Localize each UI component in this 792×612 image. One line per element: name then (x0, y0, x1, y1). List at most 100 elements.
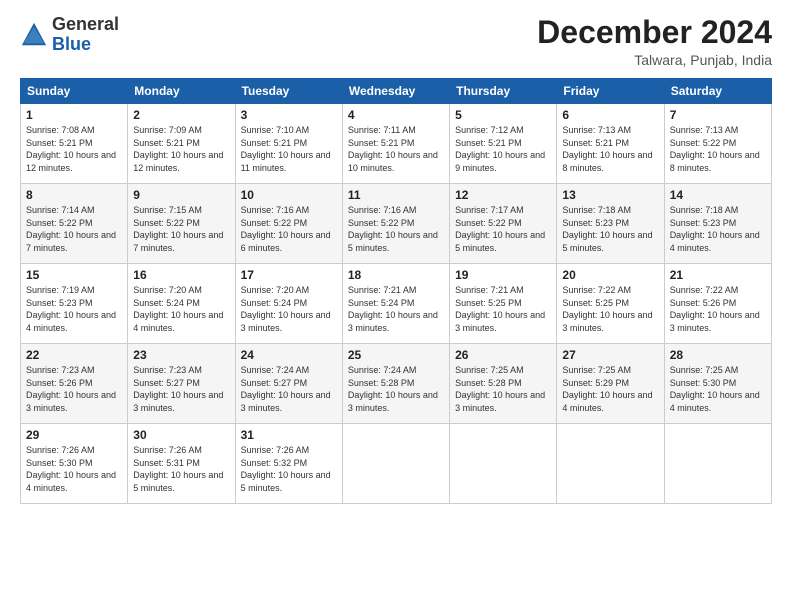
cell-w1-d1: 1 Sunrise: 7:08 AM Sunset: 5:21 PM Dayli… (21, 104, 128, 184)
cell-w5-d5 (450, 424, 557, 504)
day-number: 16 (133, 268, 229, 282)
day-number: 14 (670, 188, 766, 202)
cell-w3-d4: 18 Sunrise: 7:21 AM Sunset: 5:24 PM Dayl… (342, 264, 449, 344)
logo: General Blue (20, 15, 119, 55)
cell-w1-d3: 3 Sunrise: 7:10 AM Sunset: 5:21 PM Dayli… (235, 104, 342, 184)
day-number: 26 (455, 348, 551, 362)
day-number: 21 (670, 268, 766, 282)
cell-w2-d2: 9 Sunrise: 7:15 AM Sunset: 5:22 PM Dayli… (128, 184, 235, 264)
cell-w5-d2: 30 Sunrise: 7:26 AM Sunset: 5:31 PM Dayl… (128, 424, 235, 504)
week-row-4: 22 Sunrise: 7:23 AM Sunset: 5:26 PM Dayl… (21, 344, 772, 424)
col-wednesday: Wednesday (342, 79, 449, 104)
cell-w3-d7: 21 Sunrise: 7:22 AM Sunset: 5:26 PM Dayl… (664, 264, 771, 344)
day-number: 27 (562, 348, 658, 362)
cell-w5-d6 (557, 424, 664, 504)
day-info: Sunrise: 7:15 AM Sunset: 5:22 PM Dayligh… (133, 204, 229, 254)
day-number: 23 (133, 348, 229, 362)
day-info: Sunrise: 7:20 AM Sunset: 5:24 PM Dayligh… (241, 284, 337, 334)
day-number: 7 (670, 108, 766, 122)
cell-w5-d1: 29 Sunrise: 7:26 AM Sunset: 5:30 PM Dayl… (21, 424, 128, 504)
cell-w5-d3: 31 Sunrise: 7:26 AM Sunset: 5:32 PM Dayl… (235, 424, 342, 504)
day-number: 19 (455, 268, 551, 282)
calendar-body: 1 Sunrise: 7:08 AM Sunset: 5:21 PM Dayli… (21, 104, 772, 504)
month-title: December 2024 (537, 15, 772, 50)
day-info: Sunrise: 7:19 AM Sunset: 5:23 PM Dayligh… (26, 284, 122, 334)
cell-w1-d6: 6 Sunrise: 7:13 AM Sunset: 5:21 PM Dayli… (557, 104, 664, 184)
day-number: 4 (348, 108, 444, 122)
day-number: 11 (348, 188, 444, 202)
cell-w3-d6: 20 Sunrise: 7:22 AM Sunset: 5:25 PM Dayl… (557, 264, 664, 344)
day-number: 17 (241, 268, 337, 282)
week-row-2: 8 Sunrise: 7:14 AM Sunset: 5:22 PM Dayli… (21, 184, 772, 264)
day-info: Sunrise: 7:13 AM Sunset: 5:22 PM Dayligh… (670, 124, 766, 174)
logo-general: General (52, 14, 119, 34)
week-row-3: 15 Sunrise: 7:19 AM Sunset: 5:23 PM Dayl… (21, 264, 772, 344)
week-row-5: 29 Sunrise: 7:26 AM Sunset: 5:30 PM Dayl… (21, 424, 772, 504)
cell-w4-d4: 25 Sunrise: 7:24 AM Sunset: 5:28 PM Dayl… (342, 344, 449, 424)
week-row-1: 1 Sunrise: 7:08 AM Sunset: 5:21 PM Dayli… (21, 104, 772, 184)
col-saturday: Saturday (664, 79, 771, 104)
location: Talwara, Punjab, India (537, 52, 772, 68)
col-tuesday: Tuesday (235, 79, 342, 104)
logo-text: General Blue (52, 15, 119, 55)
day-number: 2 (133, 108, 229, 122)
cell-w1-d2: 2 Sunrise: 7:09 AM Sunset: 5:21 PM Dayli… (128, 104, 235, 184)
cell-w2-d4: 11 Sunrise: 7:16 AM Sunset: 5:22 PM Dayl… (342, 184, 449, 264)
day-info: Sunrise: 7:23 AM Sunset: 5:26 PM Dayligh… (26, 364, 122, 414)
day-info: Sunrise: 7:08 AM Sunset: 5:21 PM Dayligh… (26, 124, 122, 174)
cell-w2-d7: 14 Sunrise: 7:18 AM Sunset: 5:23 PM Dayl… (664, 184, 771, 264)
day-info: Sunrise: 7:16 AM Sunset: 5:22 PM Dayligh… (348, 204, 444, 254)
day-number: 15 (26, 268, 122, 282)
day-info: Sunrise: 7:18 AM Sunset: 5:23 PM Dayligh… (670, 204, 766, 254)
day-info: Sunrise: 7:14 AM Sunset: 5:22 PM Dayligh… (26, 204, 122, 254)
calendar-header: Sunday Monday Tuesday Wednesday Thursday… (21, 79, 772, 104)
cell-w3-d3: 17 Sunrise: 7:20 AM Sunset: 5:24 PM Dayl… (235, 264, 342, 344)
day-info: Sunrise: 7:17 AM Sunset: 5:22 PM Dayligh… (455, 204, 551, 254)
cell-w2-d3: 10 Sunrise: 7:16 AM Sunset: 5:22 PM Dayl… (235, 184, 342, 264)
col-sunday: Sunday (21, 79, 128, 104)
day-info: Sunrise: 7:12 AM Sunset: 5:21 PM Dayligh… (455, 124, 551, 174)
day-number: 28 (670, 348, 766, 362)
day-info: Sunrise: 7:22 AM Sunset: 5:26 PM Dayligh… (670, 284, 766, 334)
day-info: Sunrise: 7:16 AM Sunset: 5:22 PM Dayligh… (241, 204, 337, 254)
day-info: Sunrise: 7:23 AM Sunset: 5:27 PM Dayligh… (133, 364, 229, 414)
day-number: 6 (562, 108, 658, 122)
day-info: Sunrise: 7:25 AM Sunset: 5:30 PM Dayligh… (670, 364, 766, 414)
cell-w3-d2: 16 Sunrise: 7:20 AM Sunset: 5:24 PM Dayl… (128, 264, 235, 344)
day-info: Sunrise: 7:21 AM Sunset: 5:25 PM Dayligh… (455, 284, 551, 334)
day-info: Sunrise: 7:25 AM Sunset: 5:28 PM Dayligh… (455, 364, 551, 414)
day-number: 12 (455, 188, 551, 202)
day-info: Sunrise: 7:10 AM Sunset: 5:21 PM Dayligh… (241, 124, 337, 174)
day-number: 5 (455, 108, 551, 122)
day-info: Sunrise: 7:22 AM Sunset: 5:25 PM Dayligh… (562, 284, 658, 334)
day-number: 1 (26, 108, 122, 122)
col-friday: Friday (557, 79, 664, 104)
day-number: 18 (348, 268, 444, 282)
page: General Blue December 2024 Talwara, Punj… (0, 0, 792, 612)
cell-w4-d7: 28 Sunrise: 7:25 AM Sunset: 5:30 PM Dayl… (664, 344, 771, 424)
day-info: Sunrise: 7:13 AM Sunset: 5:21 PM Dayligh… (562, 124, 658, 174)
col-monday: Monday (128, 79, 235, 104)
day-number: 31 (241, 428, 337, 442)
day-info: Sunrise: 7:26 AM Sunset: 5:30 PM Dayligh… (26, 444, 122, 494)
cell-w2-d6: 13 Sunrise: 7:18 AM Sunset: 5:23 PM Dayl… (557, 184, 664, 264)
cell-w2-d1: 8 Sunrise: 7:14 AM Sunset: 5:22 PM Dayli… (21, 184, 128, 264)
day-info: Sunrise: 7:26 AM Sunset: 5:31 PM Dayligh… (133, 444, 229, 494)
cell-w3-d1: 15 Sunrise: 7:19 AM Sunset: 5:23 PM Dayl… (21, 264, 128, 344)
col-thursday: Thursday (450, 79, 557, 104)
day-info: Sunrise: 7:09 AM Sunset: 5:21 PM Dayligh… (133, 124, 229, 174)
cell-w4-d6: 27 Sunrise: 7:25 AM Sunset: 5:29 PM Dayl… (557, 344, 664, 424)
calendar-table: Sunday Monday Tuesday Wednesday Thursday… (20, 78, 772, 504)
day-number: 8 (26, 188, 122, 202)
day-info: Sunrise: 7:26 AM Sunset: 5:32 PM Dayligh… (241, 444, 337, 494)
cell-w3-d5: 19 Sunrise: 7:21 AM Sunset: 5:25 PM Dayl… (450, 264, 557, 344)
day-number: 29 (26, 428, 122, 442)
day-number: 13 (562, 188, 658, 202)
cell-w1-d7: 7 Sunrise: 7:13 AM Sunset: 5:22 PM Dayli… (664, 104, 771, 184)
day-info: Sunrise: 7:18 AM Sunset: 5:23 PM Dayligh… (562, 204, 658, 254)
logo-icon (20, 21, 48, 49)
cell-w5-d4 (342, 424, 449, 504)
day-number: 10 (241, 188, 337, 202)
day-number: 24 (241, 348, 337, 362)
cell-w1-d4: 4 Sunrise: 7:11 AM Sunset: 5:21 PM Dayli… (342, 104, 449, 184)
